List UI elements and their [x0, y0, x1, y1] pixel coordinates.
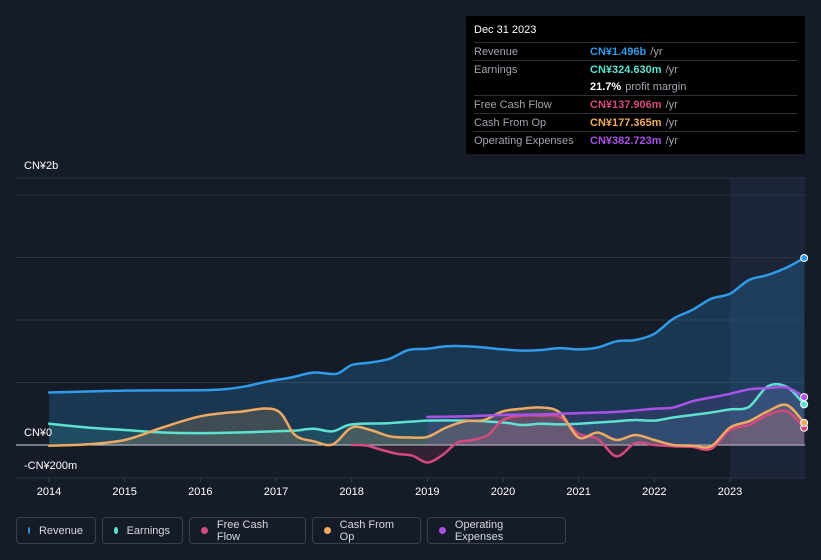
legend-item-free-cash-flow[interactable]: Free Cash Flow [189, 517, 306, 544]
x-tick-label: 2023 [718, 486, 742, 498]
x-tick-label: 2019 [415, 486, 439, 498]
x-tick-label: 2016 [188, 486, 212, 498]
legend-dot-icon [324, 527, 331, 534]
legend-item-revenue[interactable]: Revenue [16, 517, 96, 544]
legend-label: Earnings [126, 524, 170, 537]
x-tick-label: 2022 [642, 486, 666, 498]
data-tooltip: Dec 31 2023 Revenue CN¥1.496b /yr Earnin… [466, 16, 805, 154]
tooltip-label: Earnings [474, 63, 518, 76]
legend-item-cash-from-op[interactable]: Cash From Op [312, 517, 421, 544]
tooltip-date: Dec 31 2023 [474, 24, 537, 36]
tooltip-value: CN¥177.365m [590, 116, 662, 129]
operating-expenses-end-point [800, 393, 809, 402]
tooltip-row-margin: 21.7% profit margin [474, 78, 797, 95]
tooltip-row-cfo: Cash From Op CN¥177.365m /yr [474, 113, 797, 131]
tooltip-label: Free Cash Flow [474, 98, 552, 111]
y-axis-zero-label: CN¥0 [24, 427, 53, 439]
legend-label: Free Cash Flow [216, 518, 269, 543]
tooltip-row-earnings: Earnings CN¥324.630m /yr [474, 60, 797, 78]
tooltip-value: CN¥1.496b [590, 45, 647, 58]
legend-dot-icon [201, 527, 208, 534]
revenue-end-point [800, 254, 809, 262]
y-axis-top-label: CN¥2b [24, 160, 59, 172]
tooltip-unit: /yr [650, 45, 663, 58]
tooltip-unit: /yr [665, 134, 678, 147]
x-tick-label: 2017 [264, 486, 288, 498]
tooltip-unit: profit margin [625, 80, 687, 93]
x-tick-label: 2014 [37, 486, 61, 498]
legend-label: Cash From Op [339, 518, 395, 543]
legend-label: Operating Expenses [454, 518, 504, 543]
x-tick-label: 2021 [566, 486, 590, 498]
legend-item-earnings[interactable]: Earnings [102, 517, 183, 544]
x-tick-label: 2020 [491, 486, 515, 498]
y-axis-bottom-label: -CN¥200m [24, 460, 78, 472]
tooltip-unit: /yr [665, 116, 678, 129]
tooltip-row-fcf: Free Cash Flow CN¥137.906m /yr [474, 95, 797, 113]
tooltip-row-opex: Operating Expenses CN¥382.723m /yr [474, 131, 797, 149]
tooltip-label: Cash From Op [474, 116, 547, 129]
tooltip-value: CN¥137.906m [590, 98, 662, 111]
tooltip-label: Revenue [474, 45, 519, 58]
tooltip-value: CN¥382.723m [590, 134, 662, 147]
tooltip-unit: /yr [665, 63, 678, 76]
cash-from-op-end-point [800, 418, 809, 427]
tooltip-unit: /yr [665, 98, 678, 111]
x-tick-label: 2015 [112, 486, 136, 498]
tooltip-row-revenue: Revenue CN¥1.496b /yr [474, 42, 797, 60]
legend-dot-icon [28, 527, 30, 534]
x-tick-label: 2018 [339, 486, 363, 498]
tooltip-value: CN¥324.630m [590, 63, 662, 76]
tooltip-value: 21.7% [590, 80, 622, 93]
earnings-end-point [800, 400, 809, 409]
legend-dot-icon [114, 527, 118, 534]
legend-dot-icon [439, 527, 446, 534]
legend-item-operating-expenses[interactable]: Operating Expenses [427, 517, 566, 544]
chart-legend: Revenue Earnings Free Cash Flow Cash Fro… [16, 517, 566, 544]
tooltip-label: Operating Expenses [474, 134, 574, 147]
legend-label: Revenue [38, 524, 83, 537]
